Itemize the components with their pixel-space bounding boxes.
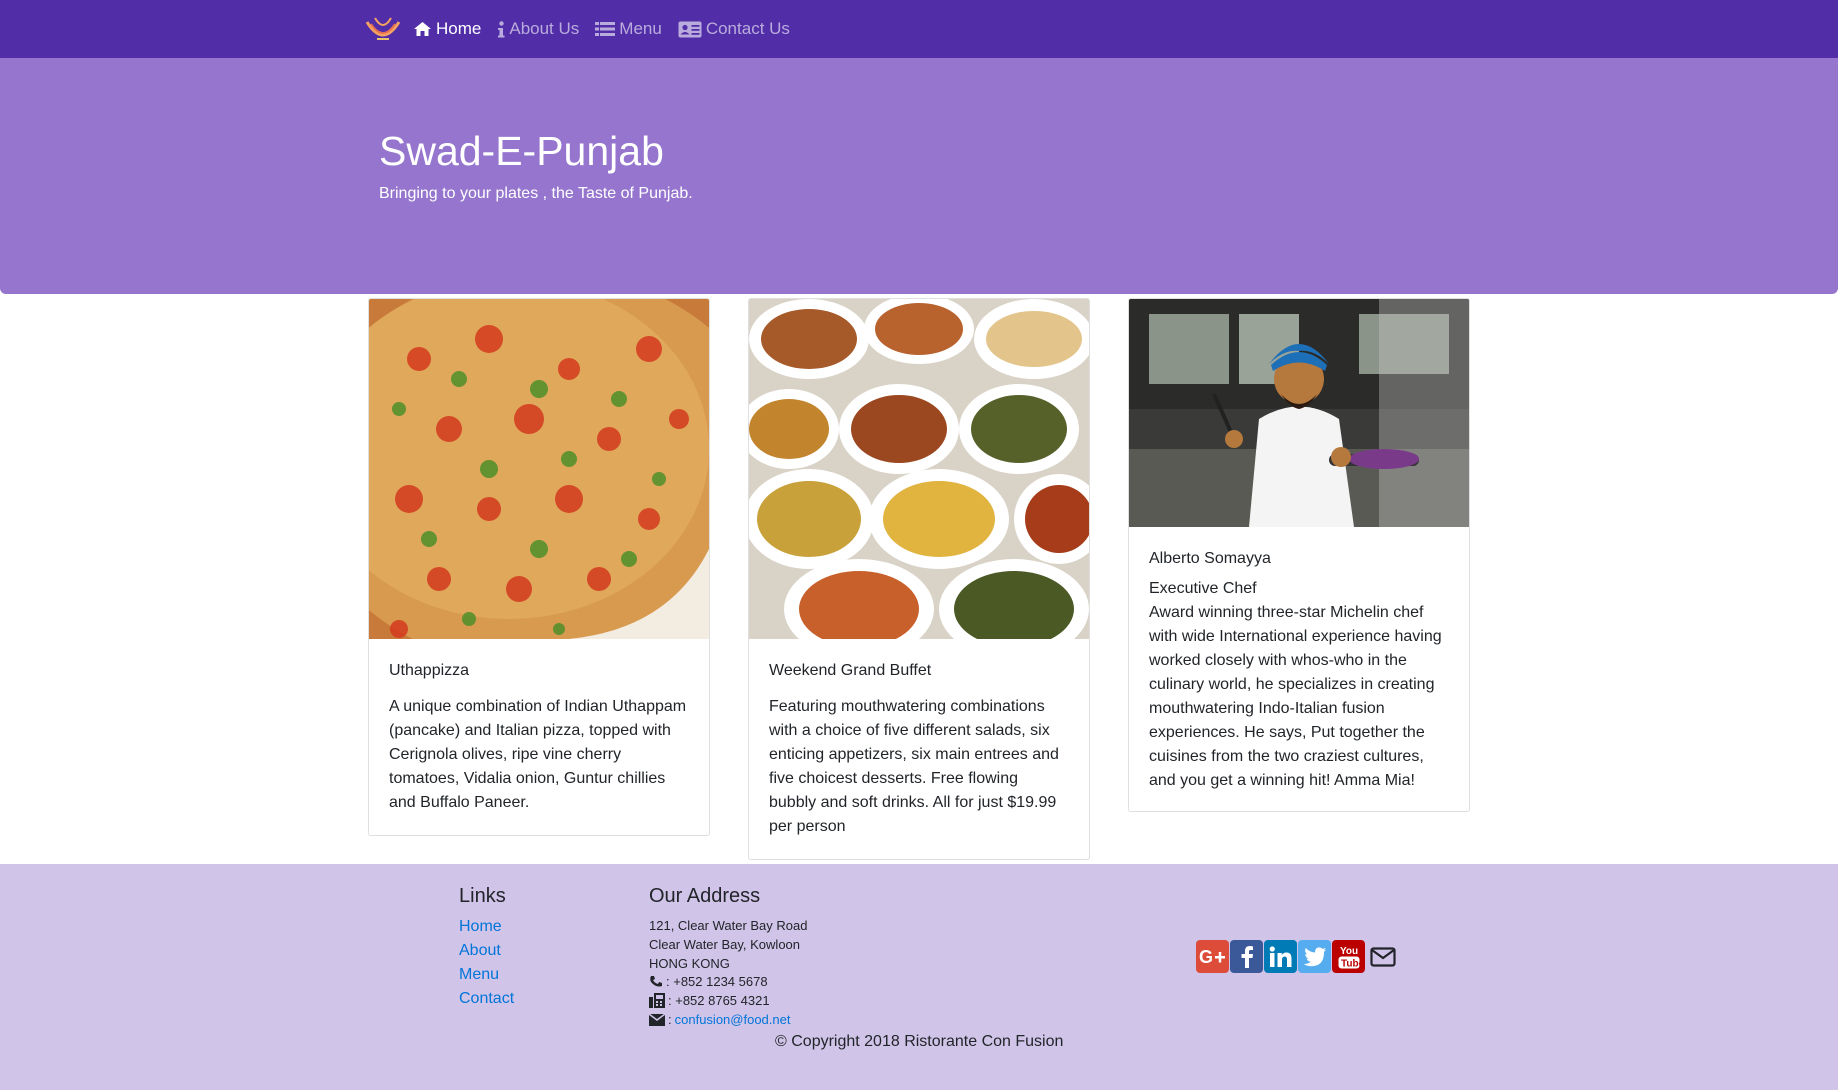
links-heading: Links <box>459 885 506 907</box>
card-title: Alberto Somayya <box>1149 550 1271 567</box>
envelope-icon <box>1369 946 1396 967</box>
twitter-button[interactable] <box>1298 940 1331 973</box>
buffet-image <box>749 299 1089 659</box>
svg-text:You: You <box>1340 946 1358 957</box>
google-plus-button[interactable]: G <box>1196 940 1229 973</box>
phone-icon <box>650 976 662 987</box>
navbar: Home About Us Menu Contact Us <box>0 0 1838 58</box>
google-plus-icon: G <box>1199 947 1225 967</box>
jumbotron <box>0 58 1838 294</box>
page-subtitle: Bringing to your plates , the Taste of P… <box>379 185 693 202</box>
nav-about[interactable]: About Us <box>497 19 579 39</box>
phone-line: : +852 1234 5678 <box>649 974 768 989</box>
info-icon <box>498 20 505 37</box>
card-title: Weekend Grand Buffet <box>769 662 932 679</box>
email-button[interactable] <box>1366 940 1399 973</box>
card-body: Weekend Grand Buffet Featuring mouthwate… <box>749 639 1089 859</box>
card-text: A unique combination of Indian Uthappam … <box>389 698 687 811</box>
social-buttons: G You Tube <box>1196 940 1400 973</box>
home-icon <box>414 22 431 36</box>
svg-text:G: G <box>1199 947 1213 967</box>
chef-image <box>1129 299 1469 527</box>
address-line-1: 121, Clear Water Bay Road <box>649 918 808 933</box>
email-link[interactable]: confusion@food.net <box>675 1012 791 1027</box>
youtube-icon: YouTube <box>1338 946 1362 969</box>
card-uthappizza[interactable]: Uthappizza A unique combination of India… <box>368 298 710 836</box>
address-line-3: HONG KONG <box>649 956 730 971</box>
footer <box>0 864 1838 1090</box>
restaurant-logo[interactable] <box>363 14 403 44</box>
nav-menu-label: Menu <box>619 19 662 38</box>
facebook-button[interactable] <box>1230 940 1263 973</box>
envelope-icon <box>649 1013 665 1026</box>
address-line-2: Clear Water Bay, Kowloon <box>649 937 801 952</box>
twitter-icon <box>1303 946 1326 966</box>
fax-number: : +852 8765 4321 <box>668 993 770 1008</box>
nav-home[interactable]: Home <box>413 19 481 39</box>
nav-menu[interactable]: Menu <box>595 19 662 39</box>
email-separator: : <box>668 1012 672 1027</box>
page-title: Swad-E-Punjab <box>379 128 664 174</box>
phone-number: : +852 1234 5678 <box>666 974 768 989</box>
address-heading: Our Address <box>649 885 761 907</box>
card-weekend-buffet[interactable]: Weekend Grand Buffet Featuring mouthwate… <box>748 298 1090 860</box>
footer-link-about[interactable]: About <box>459 942 501 960</box>
nav-home-label: Home <box>436 19 482 38</box>
fax-icon <box>649 993 665 1008</box>
footer-link-contact[interactable]: Contact <box>459 990 514 1008</box>
address-card-icon <box>678 21 702 37</box>
uthappizza-image <box>369 299 709 669</box>
card-text: Featuring mouthwatering combinations wit… <box>769 698 1059 835</box>
youtube-button[interactable]: You Tube <box>1332 940 1365 973</box>
card-text: Award winning three-star Michelin chef w… <box>1149 604 1442 789</box>
list-icon <box>595 22 616 36</box>
footer-link-menu[interactable]: Menu <box>459 966 499 984</box>
svg-text:Tube: Tube <box>1341 958 1362 969</box>
card-title: Uthappizza <box>389 662 470 679</box>
email-line: : confusion@food.net <box>649 1012 790 1027</box>
card-body: Alberto Somayya Executive Chef Award win… <box>1129 527 1469 811</box>
nav-contact-label: Contact Us <box>705 19 790 38</box>
nav-contact[interactable]: Contact Us <box>678 19 790 39</box>
nav-inner: Home About Us Menu Contact Us <box>363 0 806 58</box>
linkedin-icon <box>1269 945 1291 967</box>
fax-line: : +852 8765 4321 <box>649 993 770 1008</box>
card-chef[interactable]: Alberto Somayya Executive Chef Award win… <box>1128 298 1470 812</box>
copyright: © Copyright 2018 Ristorante Con Fusion <box>775 1033 1064 1050</box>
nav-about-label: About Us <box>509 19 580 38</box>
facebook-icon <box>1241 945 1253 968</box>
card-body: Uthappizza A unique combination of India… <box>369 639 709 835</box>
footer-link-home[interactable]: Home <box>459 918 502 936</box>
linkedin-button[interactable] <box>1264 940 1297 973</box>
card-subtitle: Executive Chef <box>1149 580 1257 597</box>
